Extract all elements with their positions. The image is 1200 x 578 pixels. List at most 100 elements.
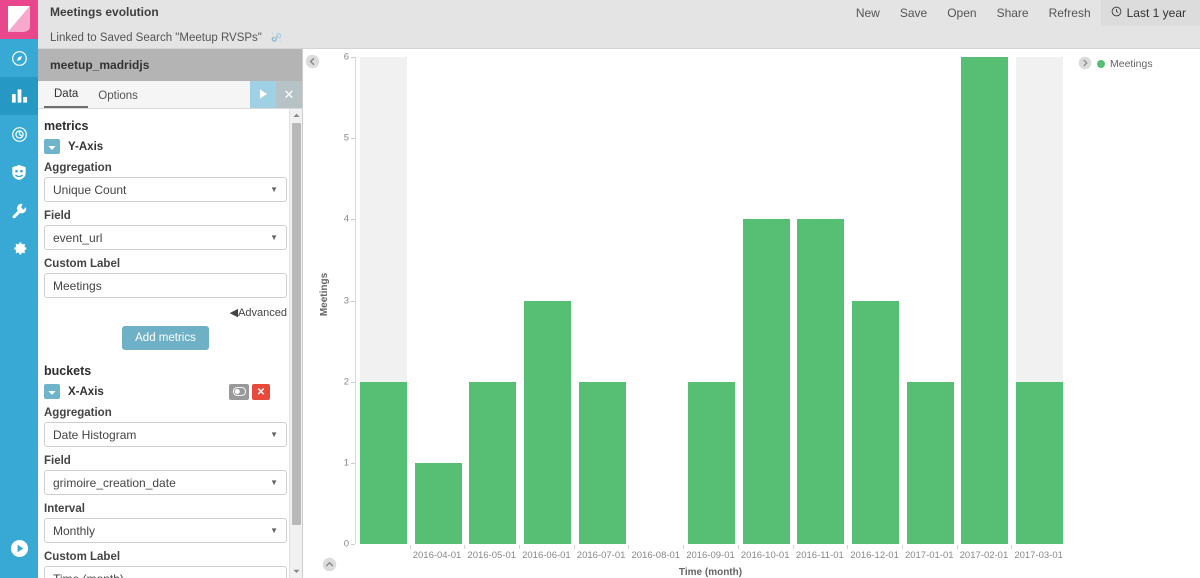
metrics-section-title: metrics xyxy=(44,119,89,133)
x-axis-tick-label: 2017-01-01 xyxy=(904,550,954,561)
sidebar-item-discover[interactable] xyxy=(0,39,38,77)
sidebar-scrollbar[interactable] xyxy=(289,109,302,578)
metrics-aggregation-select[interactable]: Unique Count ▼ xyxy=(44,177,287,202)
expand-editor-button[interactable] xyxy=(322,557,337,577)
chevron-down-icon xyxy=(48,138,56,156)
collapse-sidebar-button[interactable] xyxy=(305,54,320,74)
x-axis-tick-label: 2016-07-01 xyxy=(576,550,626,561)
chevron-down-icon: ▼ xyxy=(270,430,278,439)
x-axis-tick-mark xyxy=(683,545,685,549)
bar[interactable] xyxy=(961,57,1009,544)
sidebar-item-management[interactable] xyxy=(0,229,38,267)
share-button[interactable]: Share xyxy=(987,0,1039,26)
x-axis-tick-label: 2016-10-01 xyxy=(740,550,790,561)
tab-options[interactable]: Options xyxy=(88,90,148,109)
editor-tab-bar: Data Options ✕ xyxy=(38,81,302,109)
x-axis-tick-mark xyxy=(901,545,903,549)
chevron-left-circle-icon xyxy=(305,54,320,74)
add-metrics-row: Add metrics xyxy=(44,326,287,350)
save-button[interactable]: Save xyxy=(890,0,937,26)
bars-container xyxy=(356,57,1067,544)
plot-area xyxy=(355,57,1066,544)
y-axis-tick-label: 2 xyxy=(343,376,349,388)
sidebar-item-visualize[interactable] xyxy=(0,77,38,115)
sidebar-item-dev-tools[interactable] xyxy=(0,191,38,229)
open-button[interactable]: Open xyxy=(937,0,986,26)
x-axis-tick-label: 2017-03-01 xyxy=(1014,550,1063,561)
compass-icon xyxy=(11,50,28,67)
y-axis-tick-label: 4 xyxy=(343,213,349,225)
buckets-aggregation-label: Aggregation xyxy=(44,407,112,419)
metrics-collapse-button[interactable] xyxy=(44,139,60,154)
buckets-remove-button[interactable]: ✕ xyxy=(252,384,270,400)
bar[interactable] xyxy=(742,219,790,544)
sidebar-item-timelion[interactable] xyxy=(0,153,38,191)
x-axis-tick-label: 2016-11-01 xyxy=(795,550,844,561)
metrics-advanced-toggle[interactable]: ◀Advanced xyxy=(44,306,287,319)
play-circle-icon xyxy=(10,539,29,563)
bar[interactable] xyxy=(359,381,407,544)
buckets-field-select[interactable]: grimoire_creation_date ▼ xyxy=(44,470,287,495)
y-axis-tick-label: 0 xyxy=(343,538,349,550)
unlink-icon[interactable] xyxy=(270,31,283,44)
buckets-interval-select[interactable]: Monthly ▼ xyxy=(44,518,287,543)
global-nav-rail xyxy=(0,0,38,578)
bar[interactable] xyxy=(1016,381,1064,544)
buckets-agg-actions: ✕ xyxy=(229,384,270,400)
tab-data[interactable]: Data xyxy=(44,88,89,108)
collapse-nav-button[interactable] xyxy=(0,532,38,570)
scroll-down-arrow[interactable] xyxy=(290,565,302,578)
buckets-collapse-button[interactable] xyxy=(44,384,60,399)
editor-action-buttons: ✕ xyxy=(250,81,302,108)
x-axis-tick-mark xyxy=(573,545,575,549)
x-axis-tick-label: 2016-09-01 xyxy=(686,550,735,561)
wrench-icon xyxy=(11,202,28,219)
buckets-field-label: Field xyxy=(44,455,71,467)
apply-changes-button[interactable] xyxy=(250,81,276,108)
x-axis-tick-mark xyxy=(956,545,958,549)
bar[interactable] xyxy=(687,381,735,544)
kibana-logo xyxy=(0,0,38,39)
chevron-right-circle-icon xyxy=(1078,56,1092,75)
advanced-label: Advanced xyxy=(238,307,287,319)
x-axis-tick-label: 2016-06-01 xyxy=(522,550,571,561)
refresh-button[interactable]: Refresh xyxy=(1039,0,1101,26)
sidebar-scrollbar-thumb[interactable] xyxy=(292,123,301,525)
legend-item[interactable]: Meetings xyxy=(1097,58,1153,70)
legend-toggle-button[interactable] xyxy=(1078,56,1092,75)
metrics-custom-label-input[interactable] xyxy=(44,273,287,298)
buckets-aggregation-select[interactable]: Date Histogram ▼ xyxy=(44,422,287,447)
time-picker-button[interactable]: Last 1 year xyxy=(1100,0,1200,26)
x-axis-tick-label: 2016-08-01 xyxy=(631,550,681,561)
buckets-toggle-enable-button[interactable] xyxy=(229,384,249,400)
x-axis-tick-mark xyxy=(519,545,521,549)
shield-icon xyxy=(11,164,27,181)
bar[interactable] xyxy=(852,300,900,544)
chevron-up-circle-icon xyxy=(322,557,337,577)
scroll-up-arrow[interactable] xyxy=(290,109,302,122)
new-button[interactable]: New xyxy=(846,0,890,26)
bar[interactable] xyxy=(906,381,954,544)
bar[interactable] xyxy=(469,381,517,544)
toggle-icon xyxy=(232,383,246,401)
sidebar-item-dashboard[interactable] xyxy=(0,115,38,153)
agg-params-list: metrics Y-Axis Aggregation Unique Count … xyxy=(38,109,290,578)
buckets-interval-label: Interval xyxy=(44,503,85,515)
y-axis-tick-label: 6 xyxy=(343,51,349,63)
bar[interactable] xyxy=(578,381,626,544)
vis-editor-sidebar: meetup_madridjs Data Options ✕ metrics Y… xyxy=(38,49,303,578)
time-range-label: Last 1 year xyxy=(1126,6,1186,20)
metrics-field-select[interactable]: event_url ▼ xyxy=(44,225,287,250)
y-axis-tick-label: 1 xyxy=(343,457,349,469)
bar[interactable] xyxy=(797,219,845,544)
buckets-custom-label-input[interactable] xyxy=(44,566,287,578)
bar[interactable] xyxy=(523,300,571,544)
discard-changes-button[interactable]: ✕ xyxy=(276,81,302,108)
x-axis-tick-label: 2016-05-01 xyxy=(467,550,517,561)
add-metrics-button[interactable]: Add metrics xyxy=(122,326,209,350)
y-axis: 0 1 2 3 4 5 6 xyxy=(331,49,355,550)
x-axis-tick-label: 2017-02-01 xyxy=(959,550,1009,561)
buckets-aggregation-value: Date Histogram xyxy=(53,427,137,442)
app-top-bar: Meetings evolution Linked to Saved Searc… xyxy=(38,0,1200,49)
bar[interactable] xyxy=(414,462,462,544)
